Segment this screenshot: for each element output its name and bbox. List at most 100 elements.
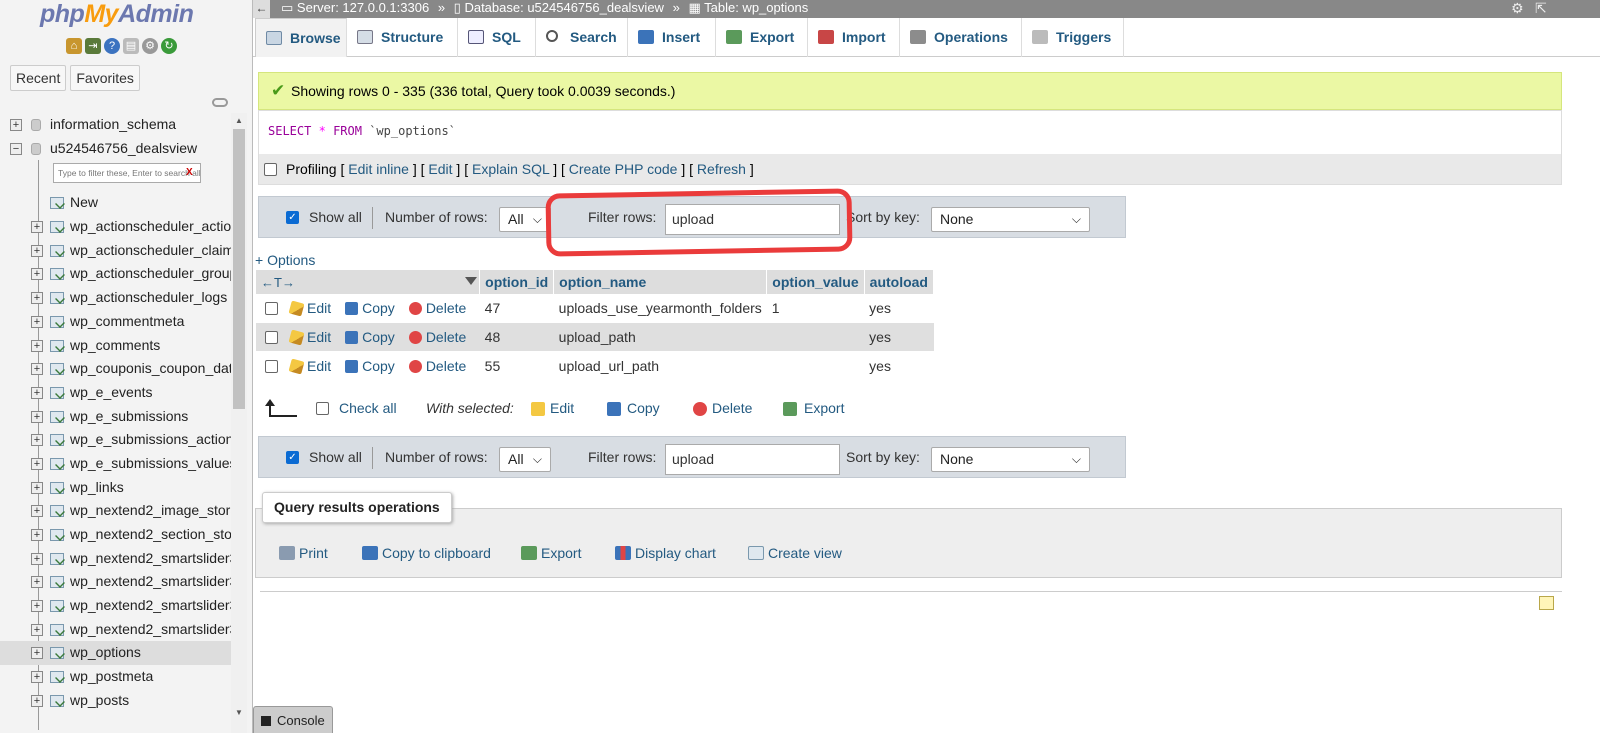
sticky-note-icon[interactable] — [1539, 596, 1554, 610]
sort-dropdown-triangle-icon[interactable] — [465, 277, 477, 285]
sidebar-item[interactable]: +wp_e_submissions_actions_log — [0, 428, 236, 452]
show-all-checkbox[interactable]: ✓ — [286, 211, 299, 224]
tab-browse[interactable]: Browse — [255, 18, 347, 57]
cell-autoload[interactable]: yes — [864, 351, 934, 381]
page-settings-gear-icon[interactable]: ⚙ — [1511, 0, 1524, 16]
create-view-link[interactable]: Create view — [748, 545, 842, 561]
expand-icon[interactable]: + — [31, 694, 43, 707]
sidebar-item[interactable]: + wp_couponis_coupon_data — [0, 357, 236, 381]
with-selected-export[interactable]: Export — [804, 400, 844, 416]
breadcrumb-table[interactable]: Table: wp_options — [704, 0, 808, 15]
cell-option-id[interactable]: 47 — [479, 294, 554, 323]
explain-sql-link[interactable]: Explain SQL — [472, 161, 549, 177]
tab-search[interactable]: Search — [536, 18, 628, 57]
expand-icon[interactable]: + — [31, 363, 43, 376]
expand-icon[interactable]: + — [10, 119, 22, 131]
collapse-icon[interactable]: ⇱ — [1535, 0, 1547, 16]
sidebar-item[interactable]: + wp_links — [0, 476, 236, 500]
expand-icon[interactable]: + — [31, 505, 43, 518]
collapse-icon[interactable]: − — [10, 142, 22, 155]
show-all-label[interactable]: Show all — [309, 449, 362, 465]
tab-insert[interactable]: Insert — [628, 18, 716, 57]
expand-icon[interactable]: + — [31, 410, 43, 423]
row-checkbox[interactable] — [265, 302, 278, 316]
sidebar-item[interactable]: + wp_actionscheduler_claims — [0, 239, 236, 263]
sidebar-item[interactable]: + wp_postmeta — [0, 665, 236, 689]
sidebar-item[interactable]: + wp_actionscheduler_actions — [0, 215, 236, 239]
scroll-up-arrow-icon[interactable]: ▲ — [235, 116, 243, 125]
help-icon[interactable]: ? — [104, 38, 120, 54]
cell-option-name[interactable]: upload_path — [553, 322, 767, 352]
refresh-link[interactable]: Refresh — [697, 161, 746, 177]
sidebar-item[interactable]: + wp_nextend2_smartslider3 — [0, 618, 236, 642]
edit-link[interactable]: Edit — [428, 161, 452, 177]
sql-query-text[interactable]: SELECT * FROM `wp_options` — [259, 111, 1561, 154]
expand-icon[interactable]: + — [31, 552, 43, 565]
display-chart-link[interactable]: Display chart — [615, 545, 716, 561]
row-edit-link[interactable]: Edit — [288, 300, 331, 317]
tab-structure[interactable]: Structure — [347, 18, 458, 57]
row-copy-link[interactable]: Copy — [345, 329, 395, 345]
filter-rows-input[interactable]: upload — [665, 444, 840, 475]
with-selected-copy[interactable]: Copy — [627, 400, 660, 416]
sidebar-item[interactable]: + wp_options — [0, 641, 236, 666]
cell-autoload[interactable]: yes — [864, 322, 934, 352]
create-php-code-link[interactable]: Create PHP code — [569, 161, 678, 177]
sidebar-item[interactable]: New — [0, 191, 236, 215]
sidebar-item[interactable]: + wp_e_events — [0, 381, 236, 405]
sort-by-key-select[interactable]: None ⌵ — [931, 447, 1090, 472]
column-arrows-icon[interactable]: ←T→ — [261, 275, 295, 290]
expand-icon[interactable]: + — [31, 221, 43, 234]
tab-export[interactable]: Export — [716, 18, 808, 57]
cell-option-value[interactable] — [766, 351, 865, 381]
sort-by-key-select[interactable]: None ⌵ — [931, 207, 1090, 232]
sidebar-item[interactable]: + wp_nextend2_smartslider3 — [0, 547, 236, 571]
row-copy-link[interactable]: Copy — [345, 300, 395, 316]
expand-icon[interactable]: + — [31, 671, 43, 684]
clear-filter-icon[interactable]: X — [186, 167, 193, 178]
phpmyadmin-logo[interactable]: phpMyAdmin — [40, 0, 194, 29]
cell-option-name[interactable]: upload_url_path — [553, 351, 767, 381]
expand-icon[interactable]: + — [31, 457, 43, 470]
row-delete-link[interactable]: Delete — [408, 300, 466, 316]
breadcrumb-server[interactable]: Server: 127.0.0.1:3306 — [297, 0, 429, 15]
sidebar-item[interactable]: + information_schema — [0, 113, 236, 137]
options-toggle-link[interactable]: + Options — [255, 252, 315, 268]
expand-icon[interactable]: + — [31, 386, 43, 399]
expand-icon[interactable]: + — [31, 647, 43, 660]
sidebar-item[interactable]: + wp_commentmeta — [0, 310, 236, 334]
check-all-label[interactable]: Check all — [339, 400, 397, 416]
expand-icon[interactable]: + — [31, 529, 43, 541]
export-link[interactable]: Export — [521, 545, 581, 561]
sidebar-item[interactable]: + wp_comments — [0, 334, 236, 358]
expand-icon[interactable]: + — [31, 481, 43, 494]
sidebar-item[interactable]: + wp_posts — [0, 689, 236, 713]
edit-inline-link[interactable]: Edit inline — [348, 161, 409, 177]
column-header-autoload[interactable]: autoload — [864, 270, 935, 294]
tree-filter-input[interactable]: Type to filter these, Enter to search al… — [53, 163, 201, 183]
number-of-rows-select[interactable]: All ⌵ — [499, 447, 551, 472]
row-checkbox[interactable] — [265, 359, 278, 373]
sidebar-item[interactable]: + wp_nextend2_smartslider3 — [0, 594, 236, 618]
expand-icon[interactable]: + — [31, 339, 43, 352]
expand-icon[interactable]: + — [31, 292, 43, 305]
documentation-icon[interactable]: ▤ — [123, 38, 139, 54]
expand-icon[interactable]: + — [31, 576, 43, 589]
expand-icon[interactable]: + — [31, 315, 43, 328]
column-header-option-id[interactable]: option_id — [479, 270, 555, 294]
scrollbar-thumb[interactable] — [233, 129, 245, 409]
print-link[interactable]: Print — [279, 545, 328, 561]
home-icon[interactable]: ⌂ — [66, 38, 82, 54]
check-all-checkbox[interactable] — [316, 402, 329, 415]
recent-tab[interactable]: Recent — [10, 65, 67, 91]
cell-option-value[interactable]: 1 — [766, 294, 865, 323]
sidebar-item[interactable]: + wp_nextend2_smartslider3 — [0, 570, 236, 594]
sidebar-item[interactable]: − u524546756_dealsview — [0, 137, 236, 161]
tab-sql[interactable]: SQL — [458, 18, 536, 57]
reload-icon[interactable]: ↻ — [161, 38, 177, 54]
back-arrow-icon[interactable]: ← — [253, 0, 270, 18]
sidebar-item[interactable]: + wp_actionscheduler_logs — [0, 286, 236, 310]
cell-option-id[interactable]: 55 — [479, 351, 554, 381]
profiling-checkbox[interactable] — [264, 163, 277, 176]
tab-import[interactable]: Import — [808, 18, 900, 57]
